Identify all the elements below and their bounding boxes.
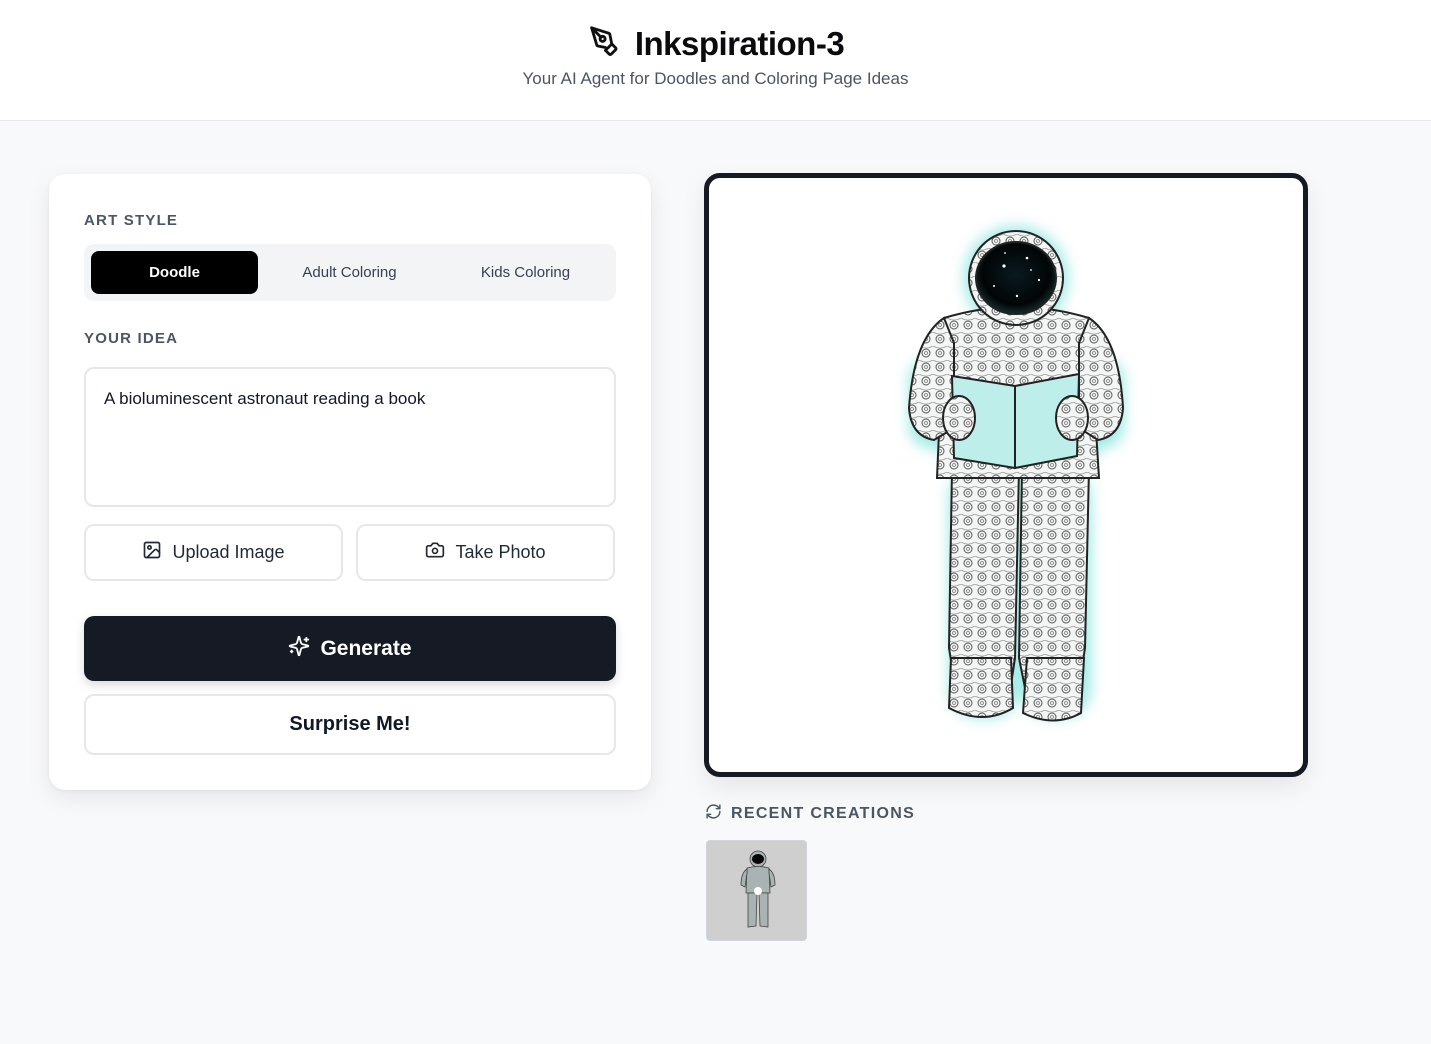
controls-panel: ART STYLE Doodle Adult Coloring Kids Col… bbox=[49, 174, 651, 790]
idea-input[interactable]: A bioluminescent astronaut reading a boo… bbox=[84, 367, 616, 507]
style-kids-coloring-button[interactable]: Kids Coloring bbox=[442, 251, 609, 294]
image-icon bbox=[142, 540, 162, 565]
art-style-label: ART STYLE bbox=[84, 212, 179, 229]
art-style-selector: Doodle Adult Coloring Kids Coloring bbox=[84, 244, 616, 301]
take-photo-label: Take Photo bbox=[455, 542, 546, 562]
style-adult-coloring-button[interactable]: Adult Coloring bbox=[266, 251, 433, 294]
recent-creations-header: RECENT CREATIONS bbox=[705, 803, 915, 825]
generated-image-frame bbox=[704, 173, 1308, 777]
style-doodle-button[interactable]: Doodle bbox=[91, 251, 258, 294]
your-idea-label: YOUR IDEA bbox=[84, 330, 179, 347]
app-tagline: Your AI Agent for Doodles and Coloring P… bbox=[522, 69, 909, 88]
generate-label: Generate bbox=[320, 636, 412, 660]
generate-button[interactable]: Generate bbox=[84, 616, 616, 681]
brand: Inkspiration-3 bbox=[0, 24, 1431, 63]
camera-icon bbox=[425, 540, 445, 565]
refresh-icon bbox=[705, 803, 722, 825]
surprise-me-button[interactable]: Surprise Me! bbox=[84, 694, 616, 755]
take-photo-button[interactable]: Take Photo bbox=[356, 524, 615, 581]
recent-creation-thumbnail[interactable] bbox=[706, 840, 807, 941]
app-header: Inkspiration-3 Your AI Agent for Doodles… bbox=[0, 0, 1431, 121]
upload-image-button[interactable]: Upload Image bbox=[84, 524, 343, 581]
pen-tool-icon bbox=[587, 24, 621, 63]
astronaut-illustration bbox=[907, 226, 1125, 722]
sparkles-icon bbox=[288, 635, 310, 663]
app-title: Inkspiration-3 bbox=[634, 24, 845, 62]
upload-image-label: Upload Image bbox=[172, 542, 285, 562]
thumbnail-astronaut bbox=[740, 850, 776, 928]
recent-creations-label: RECENT CREATIONS bbox=[731, 805, 916, 822]
